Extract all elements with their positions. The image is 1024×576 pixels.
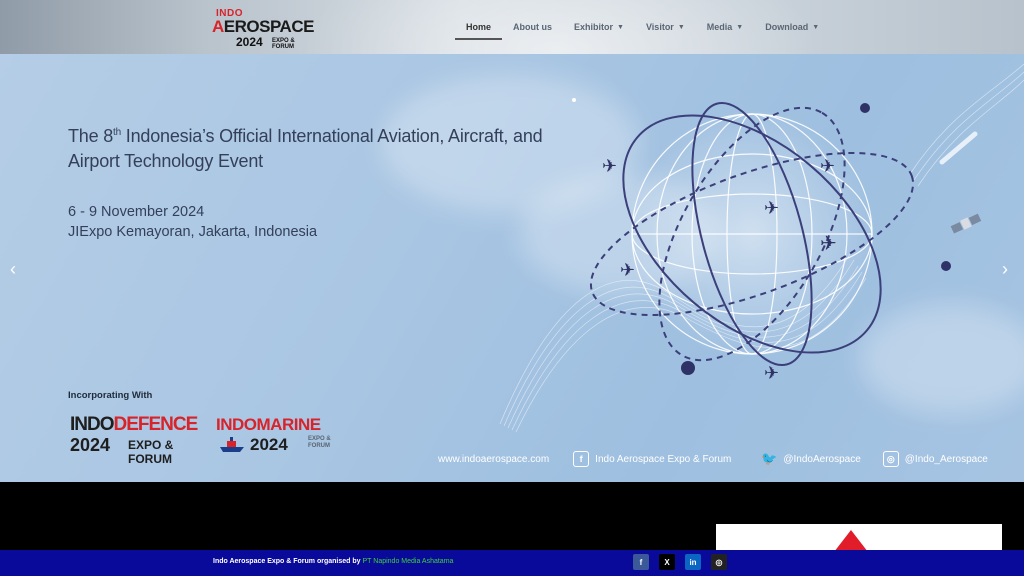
slider-prev-arrow[interactable]: ‹ [10, 259, 16, 280]
site-footer: Indo Aerospace Expo & Forum organised by… [0, 550, 1024, 576]
twitter-icon: 🐦 [761, 451, 778, 466]
indomarine-logo: INDOMARINE 2024 EXPO & FORUM [216, 415, 331, 454]
hero-slider: ✈ ✈ ✈ ✈ ✈ ✈ The 8th Indonesia’s Official… [0, 54, 1024, 482]
hero-contact-strip: www.indoaerospace.com f Indo Aerospace Ex… [438, 450, 988, 468]
slider-next-arrow[interactable]: › [1002, 259, 1008, 280]
red-triangle-shape [834, 530, 868, 552]
instagram-icon: ◎ [882, 451, 899, 467]
footer-socials: f X in ◎ [633, 554, 727, 570]
logo-year: 2024 [236, 35, 263, 49]
twitter-link[interactable]: 🐦 @IndoAerospace [761, 451, 861, 467]
website-link[interactable]: www.indoaerospace.com [438, 454, 549, 465]
footer-linkedin-icon[interactable]: in [685, 554, 701, 570]
chevron-down-icon: ▼ [677, 23, 685, 31]
footer-instagram-icon[interactable]: ◎ [711, 554, 727, 570]
indodefence-logo: INDODEFENCE 2024 EXPO & FORUM [70, 414, 198, 466]
facebook-icon: f [573, 451, 590, 467]
nav-about-us[interactable]: About us [502, 14, 563, 40]
footer-facebook-icon[interactable]: f [633, 554, 649, 570]
logo-sub: EXPO & FORUM [272, 38, 295, 50]
nav-home[interactable]: Home [455, 14, 503, 40]
nav-visitor[interactable]: Visitor ▼ [635, 14, 696, 40]
nav-download[interactable]: Download ▼ [754, 14, 830, 40]
chevron-down-icon: ▼ [736, 23, 744, 31]
main-nav: Home About us Exhibitor ▼ Visitor ▼ Media ▼… [455, 14, 830, 40]
hero-title: The 8th Indonesia’s Official Internation… [68, 126, 543, 171]
instagram-link[interactable]: ◎ @Indo_Aerospace [882, 451, 988, 467]
event-venue: JIExpo Kemayoran, Jakarta, Indonesia [68, 224, 318, 240]
organiser-link[interactable]: PT Napindo Media Ashatama [363, 558, 454, 565]
logo-line2: AEROSPACE [212, 17, 314, 36]
chevron-down-icon: ▼ [617, 23, 624, 31]
svg-text:✈: ✈ [764, 363, 779, 384]
chevron-down-icon: ▼ [812, 23, 820, 31]
event-date: 6 - 9 November 2024 [68, 204, 205, 220]
svg-text:✈: ✈ [820, 231, 837, 255]
ship-icon [220, 437, 244, 452]
footer-x-icon[interactable]: X [659, 554, 675, 570]
globe-airplanes-illustration: ✈ ✈ ✈ ✈ ✈ ✈ [499, 63, 1024, 433]
facebook-link[interactable]: f Indo Aerospace Expo & Forum [573, 451, 731, 467]
incorporating-label: Incorporating With [68, 390, 153, 401]
svg-text:✈: ✈ [620, 260, 635, 281]
site-header: INDO AEROSPACE 2024 EXPO & FORUM Home Ab… [0, 0, 1024, 54]
svg-text:✈: ✈ [764, 198, 779, 219]
svg-text:✈: ✈ [820, 156, 835, 177]
svg-text:✈: ✈ [602, 156, 617, 177]
nav-exhibitor[interactable]: Exhibitor ▼ [563, 14, 635, 40]
footer-credit: Indo Aerospace Expo & Forum organised by… [213, 558, 454, 565]
nav-media[interactable]: Media ▼ [696, 14, 754, 40]
indo-aerospace-logo[interactable]: INDO AEROSPACE 2024 EXPO & FORUM [212, 8, 314, 50]
